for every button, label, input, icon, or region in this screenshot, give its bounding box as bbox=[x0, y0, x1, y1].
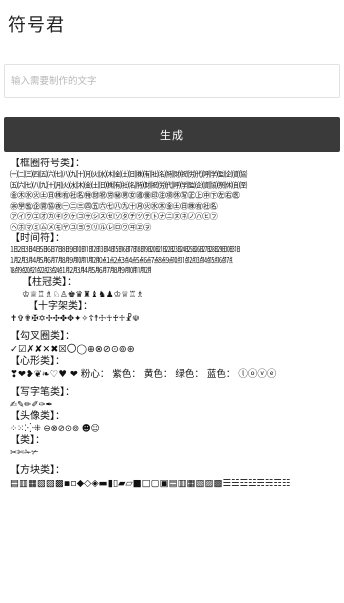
app-title: 符号君 bbox=[8, 15, 65, 36]
symbol-line[interactable]: ㍪㍫㍬㍭㍮㍯㍰㋀㋁㋂㋃㋄㋅㋆㋇㋈㋉㋊㋋ bbox=[10, 266, 336, 277]
symbol-line[interactable]: ㈠㈡㈢㈣㈤㈥㈦㈧㈨㈩㈪㈫㈬㈭㈮㈯㈰㈱㈲㈳㈴㈵㈶㈷㈸㈹㈺㈻㈼㈽㈾㈿ bbox=[10, 170, 336, 181]
symbol-line[interactable]: ♔♕♖♗♘♙♚♛♜♝♞♟♔♕♖♗ bbox=[10, 289, 336, 301]
symbol-line[interactable]: ㊪㊫㊬㊭㊮㊯㊰㊀㊁㊂㊃㊄㊅㊆㊇㊈㊉㊊㊋㊌㊍㊎㊏㊐㊑㊒㊓㊔ bbox=[10, 202, 336, 213]
symbol-line[interactable]: ㈤㈥㈦㈧㈨㈩㈪㈫㈬㈭㈮㈯㈰㈱㈲㈳㈴㈵㈶㈷㈸㈹㈺㈻㈼㈽㈾㈿㉀㉁㉂㉃ bbox=[10, 181, 336, 192]
symbol-line[interactable]: ✝✞✟✠✡✢✣✤✥✦✧☦☨☩☥♰♱☧☫ bbox=[10, 313, 336, 325]
generate-button[interactable]: 生成 bbox=[4, 117, 340, 152]
section-title-misc: 【类】： bbox=[10, 434, 45, 446]
section-title-write: 【写字笔类】： bbox=[10, 386, 75, 398]
symbol-line[interactable]: ㋐㋑㋒㋓㋔㋕㋖㋗㋘㋙㋚㋛㋜㋝㋞㋟㋠㋡㋢㋣㋤㋥㋦㋧㋨㋩㋪㋫ bbox=[10, 212, 336, 223]
symbol-line[interactable]: ㊎㊍㊌㊋㊏㊐㊑㊒㊓㊔㊕㊖㊗㊘㊙㊚㊛㊜㊝㊞㊟㊠㊡㊢㊣㊤㊥㊦㊧㊨㊩ bbox=[10, 191, 336, 202]
symbol-results-panel[interactable]: 【框圈符号类】： ㈠㈡㈢㈣㈤㈥㈦㈧㈨㈩㈪㈫㈬㈭㈮㈯㈰㈱㈲㈳㈴㈵㈶㈷㈸㈹㈺㈻㈼㈽㈾… bbox=[4, 158, 340, 603]
symbol-line[interactable]: ㏠㏡㏢㏣㏤㏥㏦㏧㏨㏩㏪㏫㏬㏭㏮㏯㏰㏱㏲㏳㏴㏵㏶㏷㏸㏹㏺㏻㏼㏽㏾ bbox=[10, 245, 336, 256]
section-title-frame: 【框圈符号类】： bbox=[10, 158, 85, 169]
symbol-line[interactable]: ⁘⁙⁚⁛⁜ ⊖⊗⊘⊙⊚ ☻☺ bbox=[10, 423, 336, 435]
section-title-block: 【方块类】： bbox=[10, 464, 65, 476]
section-title-check: 【勾叉圈类】： bbox=[10, 330, 75, 342]
symbol-line[interactable]: ㋀㋁㋂㋃㋄㋅㋆㋇㋈㋉㋊㋋㍘㍙㍚㍛㍜㍝㍞㍟㍠㍡㍢㍣㍤㍥㍦㍧㍨㍩ bbox=[10, 256, 336, 267]
symbol-line[interactable]: ㋬㋭㋮㋯㋰㋱㋲㋳㋴㋵㋶㋷㋸㋹㋺㋻㋼㋽㋾ bbox=[10, 223, 336, 234]
symbol-line[interactable]: ✍✎✏✐✑✒ bbox=[10, 399, 336, 411]
section-title-time: 【时间符】： bbox=[10, 233, 65, 244]
section-title-avatar: 【头像类】： bbox=[10, 410, 65, 422]
section-title-cross: 【十字架类】： bbox=[28, 300, 93, 312]
symbol-line[interactable]: ▤▥▦▧▨▩▪▫◆◇◈▬▮▯▰▱■□▢▣▤▥▦▧▨▩☰☱☲☳☴☵☶☷ bbox=[10, 477, 336, 490]
section-title-crown: 【柱冠类】： bbox=[22, 276, 77, 288]
text-input[interactable] bbox=[4, 64, 340, 98]
symbol-line[interactable]: ✓☑✗✘✕✖☒〇◯⊕⊗⊘⊙⊚⊛ bbox=[10, 343, 336, 356]
symbol-line[interactable]: ✂✄✁✃ bbox=[10, 447, 336, 459]
symbol-line[interactable]: ❣❤❥❦❧♡♥ ❤ 粉心： 紫色： 黄色： 绿色： 蓝色： ⓛⓞⓥⓔ bbox=[10, 368, 336, 381]
section-title-heart: 【心形类】： bbox=[10, 355, 65, 367]
